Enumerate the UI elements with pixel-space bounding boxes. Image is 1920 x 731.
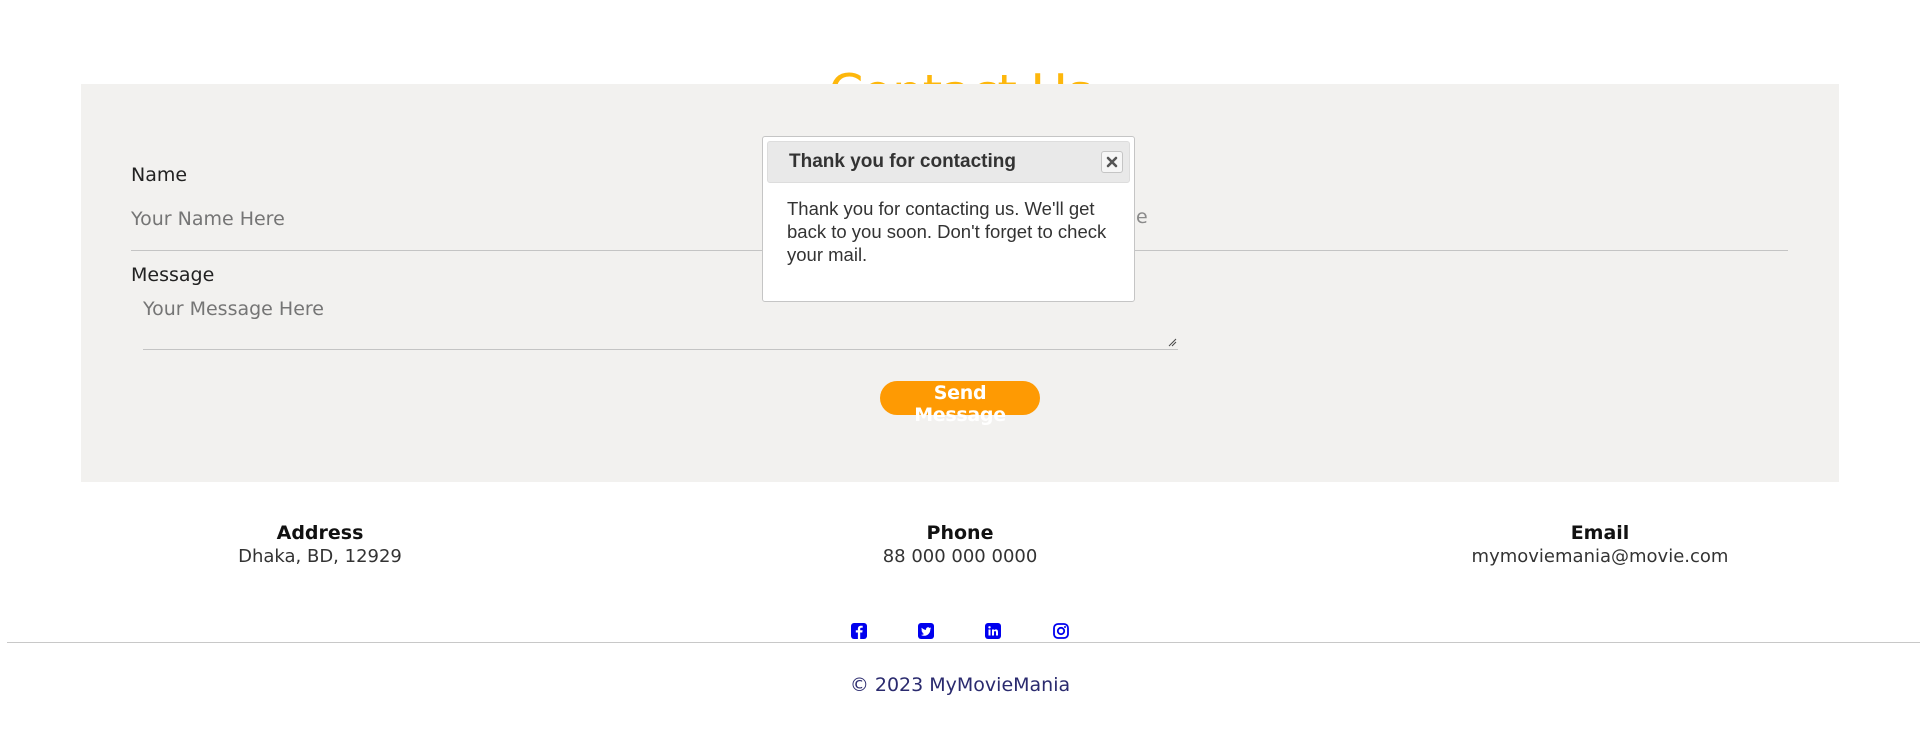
twitter-icon[interactable] [915, 620, 937, 642]
email-title: Email [1570, 522, 1630, 544]
dialog-close-button[interactable] [1101, 151, 1123, 173]
instagram-icon[interactable] [1050, 620, 1072, 642]
facebook-icon[interactable] [848, 620, 870, 642]
address-value: Dhaka, BD, 12929 [238, 546, 402, 567]
phone-block: Phone 88 000 000 0000 [760, 521, 1160, 569]
social-links [848, 620, 1072, 642]
email-input-placeholder-fragment[interactable]: e [1136, 206, 1196, 228]
copyright-text: © 2023 MyMovieMania [849, 674, 1071, 696]
resize-grip-icon[interactable] [1167, 337, 1177, 347]
address-block: Address Dhaka, BD, 12929 [120, 521, 520, 569]
linkedin-icon[interactable] [982, 620, 1004, 642]
phone-title: Phone [926, 522, 994, 544]
close-icon [1106, 156, 1118, 168]
name-label: Name [131, 164, 188, 186]
message-label: Message [131, 264, 215, 286]
address-title: Address [276, 522, 364, 544]
email-value: mymoviemania@movie.com [1471, 546, 1729, 567]
dialog-title: Thank you for contacting [789, 151, 1016, 172]
message-underline [143, 349, 1178, 350]
dialog-titlebar[interactable]: Thank you for contacting [767, 141, 1130, 183]
footer-divider [7, 642, 1920, 643]
email-block: Email mymoviemania@movie.com [1400, 521, 1800, 569]
dialog-message: Thank you for contacting us. We'll get b… [787, 198, 1107, 265]
message-textarea[interactable] [143, 298, 1171, 328]
send-message-button[interactable]: Send Message [880, 381, 1040, 426]
name-input[interactable] [131, 206, 731, 232]
thank-you-dialog: Thank you for contacting Thank you for c… [762, 136, 1135, 302]
phone-value: 88 000 000 0000 [882, 546, 1038, 567]
